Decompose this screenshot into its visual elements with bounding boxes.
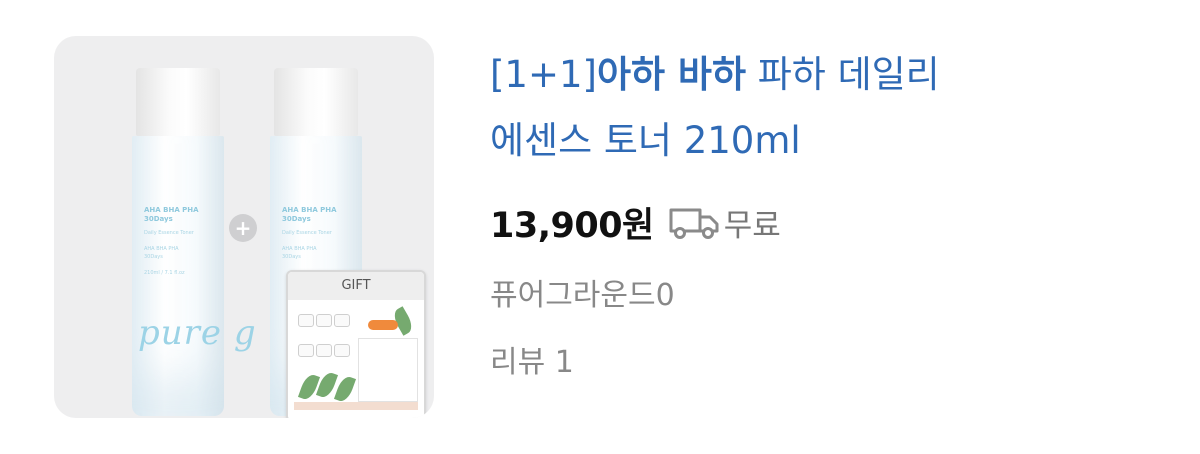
- title-brand: 아하 바하: [596, 53, 746, 96]
- mask-pack: [298, 344, 314, 357]
- bottle-label-line1: AHA BHA PHA: [282, 206, 337, 214]
- price: 13,900원: [490, 205, 654, 246]
- gift-label: GIFT: [288, 272, 424, 300]
- product-title[interactable]: [1+1]아하 바하 파하 데일리 에센스 토너 210ml: [490, 42, 1180, 174]
- price-row: 13,900원 무료: [490, 195, 781, 249]
- bottle-label-small-2: AHA BHA PHA: [282, 246, 317, 252]
- title-line2: 에센스 토너 210ml: [490, 119, 801, 162]
- mask-pack: [298, 314, 314, 327]
- gift-contents: [288, 300, 424, 414]
- product-thumbnail[interactable]: AHA BHA PHA 30Days Daily Essence Toner A…: [54, 36, 434, 418]
- gift-bar: [294, 402, 418, 410]
- bottle-label-small-1: Daily Essence Toner: [144, 230, 194, 236]
- bottle-label-small-3: 30Days: [144, 254, 163, 260]
- seller-name[interactable]: 퓨어그라운드0: [490, 272, 675, 320]
- gift-box: GIFT: [286, 270, 426, 418]
- shipping-label: 무료: [723, 207, 781, 244]
- bottle-brand: pure g: [138, 313, 257, 353]
- bottle-label-small-1: Daily Essence Toner: [282, 230, 332, 236]
- leaf-graphic: [297, 372, 321, 402]
- bottle-label-line2: 30Days: [282, 215, 311, 223]
- truck-icon: [669, 208, 719, 239]
- gift-tag: [368, 320, 398, 330]
- title-line1-rest: 파하 데일리: [746, 53, 940, 96]
- bottle-label-line2: 30Days: [144, 215, 173, 223]
- bottle-label-small-4: 210ml / 7.1 fl.oz: [144, 270, 185, 276]
- leaf-graphic: [333, 374, 357, 404]
- bottle-label-small-3: 30Days: [282, 254, 301, 260]
- bottle-body: [132, 136, 224, 416]
- bottle-cap: [274, 68, 358, 136]
- bottle-label-line1: AHA BHA PHA: [144, 206, 199, 214]
- title-prefix: [1+1]: [490, 53, 597, 96]
- bottle-cap: [136, 68, 220, 136]
- plus-icon: +: [229, 214, 257, 242]
- review-count[interactable]: 리뷰 1: [490, 339, 574, 387]
- mask-pack: [316, 344, 332, 357]
- mask-pack: [334, 344, 350, 357]
- bottle-label-small-2: AHA BHA PHA: [144, 246, 179, 252]
- mask-pack: [316, 314, 332, 327]
- mask-pack: [334, 314, 350, 327]
- gift-package: [358, 338, 418, 402]
